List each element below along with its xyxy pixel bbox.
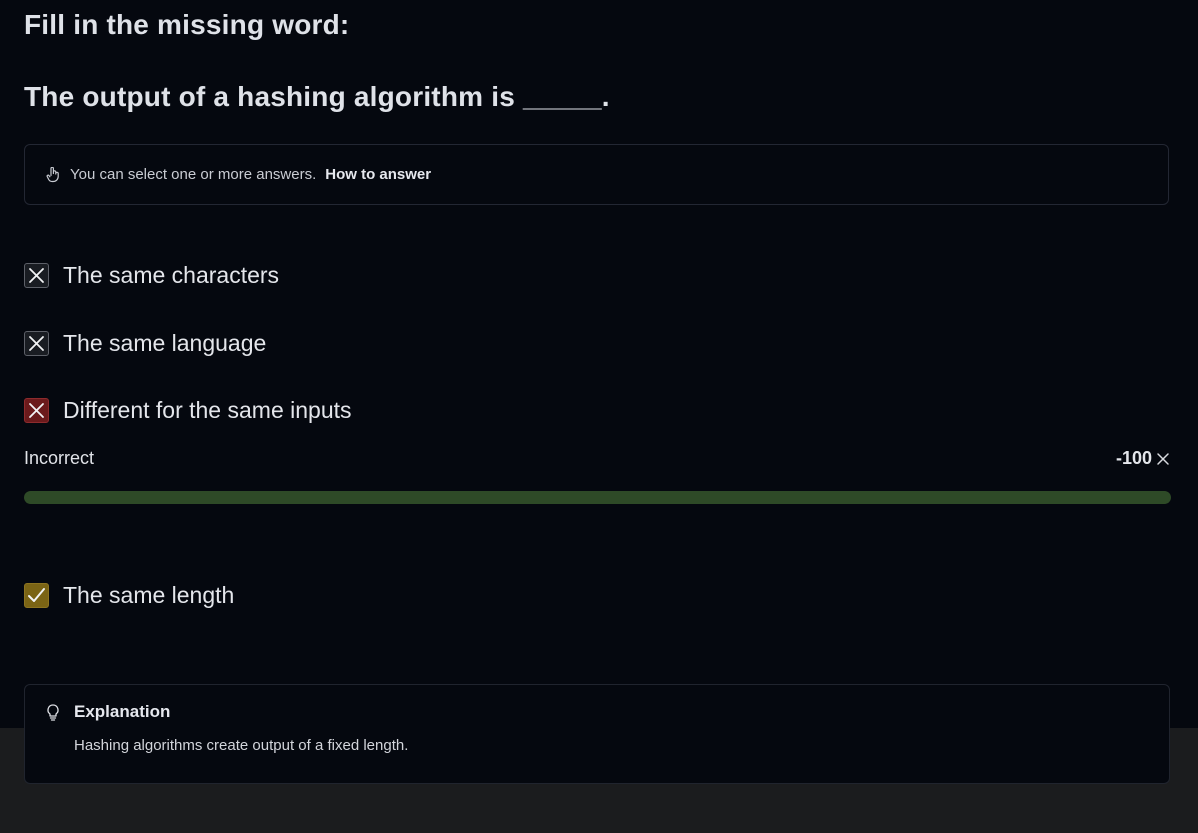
checkbox-x-mark-incorrect[interactable] — [24, 398, 49, 423]
hint-box: You can select one or more answers. How … — [24, 144, 1169, 205]
option-same-characters[interactable]: The same characters — [24, 262, 279, 289]
question-text: The output of a hashing algorithm is ___… — [24, 81, 610, 112]
checkbox-check-mark[interactable] — [24, 583, 49, 608]
result-score: -100 — [1116, 448, 1170, 469]
option-label: The same characters — [63, 262, 280, 288]
explanation-card: Explanation Hashing algorithms create ou… — [24, 684, 1170, 784]
option-different-for-same-inputs[interactable]: Different for the same inputs — [24, 397, 352, 424]
checkmark-icon — [28, 588, 45, 602]
pointing-hand-icon — [45, 166, 61, 183]
x-icon — [29, 268, 44, 283]
option-label: The same length — [63, 582, 235, 608]
hint-text: You can select one or more answers. — [70, 166, 317, 183]
x-icon — [29, 336, 44, 351]
checkbox-x-mark[interactable] — [24, 331, 49, 356]
how-to-answer-link[interactable]: How to answer — [325, 166, 431, 183]
explanation-title: Explanation — [74, 702, 171, 721]
checkbox-x-mark[interactable] — [24, 263, 49, 288]
lightbulb-icon — [45, 703, 61, 723]
score-progress-bar — [24, 491, 1171, 504]
close-icon — [1156, 452, 1170, 466]
option-label: Different for the same inputs — [63, 397, 352, 423]
x-icon — [29, 403, 44, 418]
option-label: The same language — [63, 330, 267, 356]
option-same-language[interactable]: The same language — [24, 330, 266, 357]
score-value: -100 — [1115, 448, 1152, 468]
instruction-text: Fill in the missing word: — [24, 9, 350, 40]
score-progress-fill — [24, 491, 1171, 504]
result-status: Incorrect — [24, 448, 95, 468]
explanation-text: Hashing algorithms create output of a fi… — [74, 737, 409, 754]
option-same-length[interactable]: The same length — [24, 582, 234, 609]
